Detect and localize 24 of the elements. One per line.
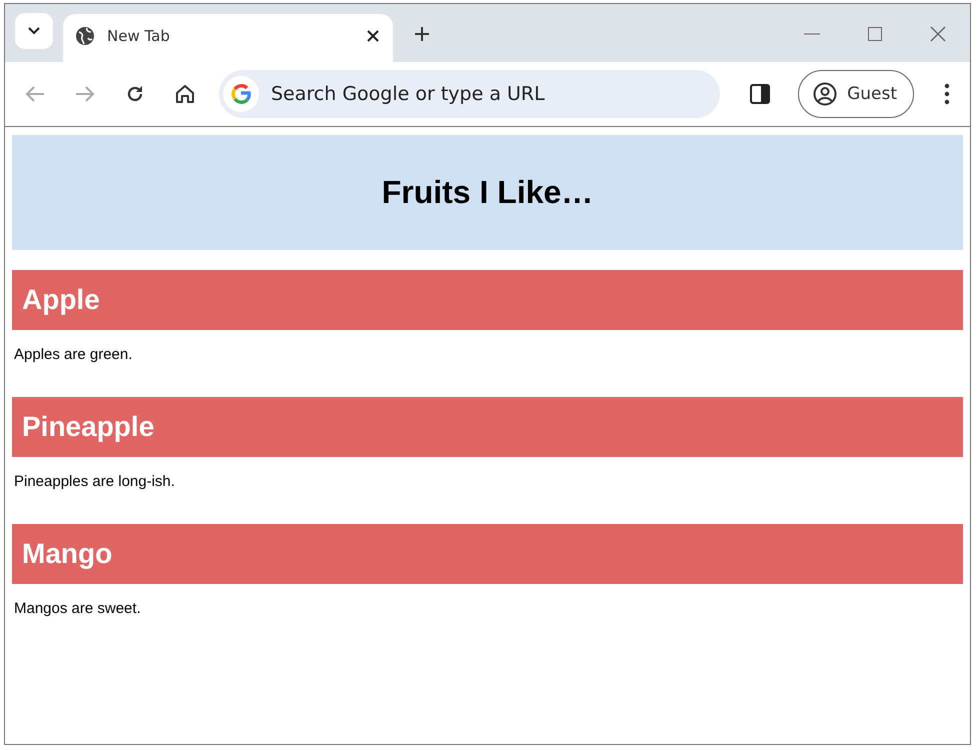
paragraph: Pineapples are long-ish. bbox=[13, 472, 176, 492]
address-field[interactable]: Search Google or type a URL bbox=[269, 82, 720, 106]
google-logo-icon bbox=[230, 83, 252, 105]
minimize-icon[interactable] bbox=[804, 33, 820, 35]
close-icon[interactable] bbox=[367, 30, 379, 42]
tab-title: New Tab bbox=[107, 27, 171, 45]
browser-tab[interactable]: New Tab bbox=[63, 14, 393, 62]
side-panel-icon[interactable] bbox=[750, 84, 770, 104]
page-heading: Fruits I Like… bbox=[12, 135, 963, 250]
paragraph: Apples are green. bbox=[13, 345, 134, 365]
section-heading: Mango bbox=[12, 524, 963, 584]
more-menu-icon[interactable] bbox=[944, 83, 950, 105]
address-bar[interactable]: Search Google or type a URL bbox=[219, 70, 720, 118]
home-icon[interactable] bbox=[175, 84, 195, 104]
paragraph: Mangos are sweet. bbox=[13, 599, 142, 619]
person-icon bbox=[813, 82, 838, 106]
maximize-icon[interactable] bbox=[868, 27, 882, 41]
globe-icon bbox=[75, 26, 95, 46]
profile-button[interactable]: Guest bbox=[798, 70, 914, 118]
reload-icon[interactable] bbox=[125, 84, 145, 104]
new-tab-icon[interactable] bbox=[415, 27, 429, 41]
chevron-down-icon bbox=[28, 27, 40, 35]
section-heading: Apple bbox=[12, 270, 963, 330]
section-heading: Pineapple bbox=[12, 397, 963, 457]
